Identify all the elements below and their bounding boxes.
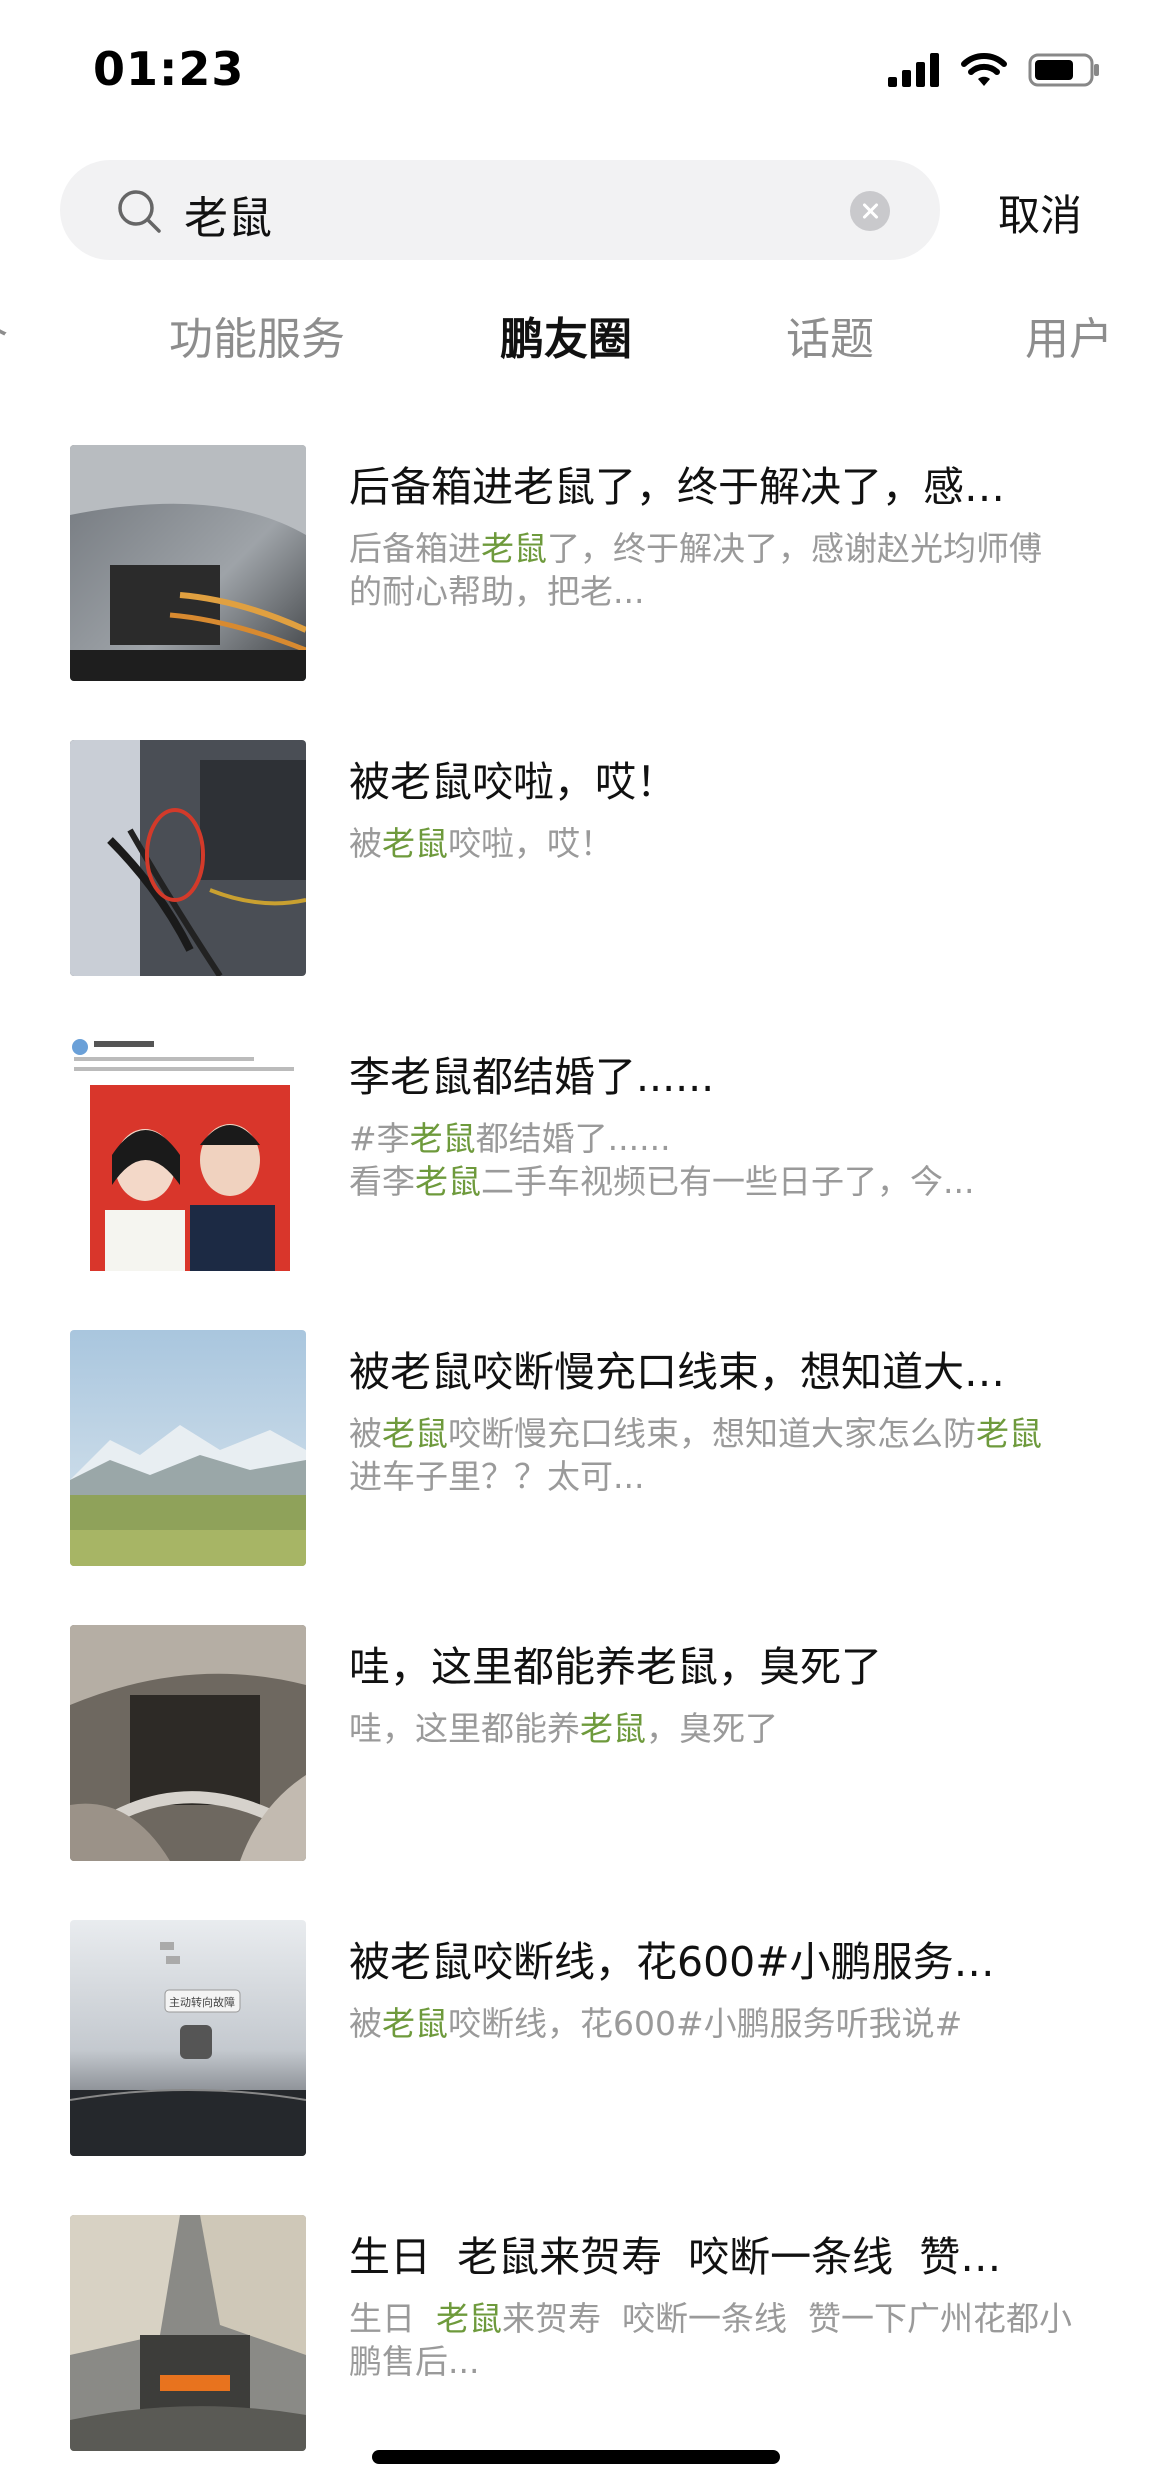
list-item[interactable]: 主动转向故障 被老鼠咬断线，花600#小鹏服务… 被老鼠咬断线，花600#小鹏服… [0, 1920, 1150, 2170]
thumbnail: 主动转向故障 [70, 1920, 306, 2156]
thumbnail [70, 1035, 306, 1271]
result-title: 被老鼠咬啦，哎！ [349, 758, 677, 806]
status-bar: 01:23 [0, 0, 1150, 150]
result-description: 被老鼠咬断线，花600#小鹏服务听我说# [349, 2004, 963, 2043]
result-title: 哇，这里都能养老鼠，臭死了 [349, 1643, 882, 1691]
wifi-icon [961, 53, 1007, 86]
tab-function-services[interactable]: 功能服务 [169, 303, 345, 367]
result-description: 哇，这里都能养老鼠，臭死了 [349, 1709, 778, 1748]
cancel-button[interactable]: 取消 [998, 182, 1082, 243]
home-indicator [372, 2450, 780, 2464]
tab-bar: 合 功能服务 鹏友圈 话题 用户 [0, 295, 1150, 375]
list-item[interactable]: 生日 老鼠来贺寿 咬断一条线 赞… 生日 老鼠来贺寿 咬断一条线 赞一下广州花都… [0, 2215, 1150, 2465]
result-title: 被老鼠咬断线，花600#小鹏服务… [349, 1938, 995, 1986]
thumbnail [70, 1330, 306, 1566]
tab-topics[interactable]: 话题 [786, 303, 874, 367]
result-description: 后备箱进老鼠了，终于解决了，感谢赵光均师傅的耐心帮助，把老... [349, 529, 1042, 611]
result-title: 后备箱进老鼠了，终于解决了，感… [349, 463, 1005, 511]
result-title: 李老鼠都结婚了...... [349, 1053, 715, 1101]
battery-icon [1028, 53, 1099, 87]
thumbnail-warning-text: 主动转向故障 [169, 1995, 235, 2009]
result-description: 被老鼠咬啦，哎！ [349, 824, 613, 863]
thumbnail [70, 740, 306, 976]
list-item[interactable]: 后备箱进老鼠了，终于解决了，感… 后备箱进老鼠了，终于解决了，感谢赵光均师傅的耐… [0, 445, 1150, 695]
list-item[interactable]: 李老鼠都结婚了...... #李老鼠都结婚了...... 看李老鼠二手车视频已有… [0, 1035, 1150, 1285]
status-time: 01:23 [93, 42, 245, 96]
search-box[interactable]: 老鼠 [60, 160, 940, 260]
signal-icon [888, 53, 939, 87]
tab-peng-friends[interactable]: 鹏友圈 [500, 303, 632, 367]
search-icon [118, 190, 161, 233]
thumbnail [70, 1625, 306, 1861]
result-description: #李老鼠都结婚了...... 看李老鼠二手车视频已有一些日子了，今... [349, 1119, 975, 1201]
list-item[interactable]: 被老鼠咬啦，哎！ 被老鼠咬啦，哎！ [0, 740, 1150, 990]
clear-icon[interactable] [850, 191, 890, 231]
thumbnail [70, 2215, 306, 2451]
result-title: 被老鼠咬断慢充口线束，想知道大… [349, 1348, 1005, 1396]
list-item[interactable]: 哇，这里都能养老鼠，臭死了 哇，这里都能养老鼠，臭死了 [0, 1625, 1150, 1875]
thumbnail [70, 445, 306, 681]
result-description: 生日 老鼠来贺寿 咬断一条线 赞一下广州花都小鹏售后... [349, 2299, 1072, 2381]
result-title: 生日 老鼠来贺寿 咬断一条线 赞… [349, 2233, 1002, 2281]
tab-users[interactable]: 用户 [1025, 303, 1113, 367]
result-description: 被老鼠咬断慢充口线束，想知道大家怎么防老鼠进车子里？？太可... [349, 1414, 1042, 1496]
status-icons [888, 52, 1100, 88]
list-item[interactable]: 被老鼠咬断慢充口线束，想知道大… 被老鼠咬断慢充口线束，想知道大家怎么防老鼠进车… [0, 1330, 1150, 1580]
tab-all[interactable]: 合 [0, 303, 8, 367]
search-input[interactable]: 老鼠 [184, 182, 272, 246]
